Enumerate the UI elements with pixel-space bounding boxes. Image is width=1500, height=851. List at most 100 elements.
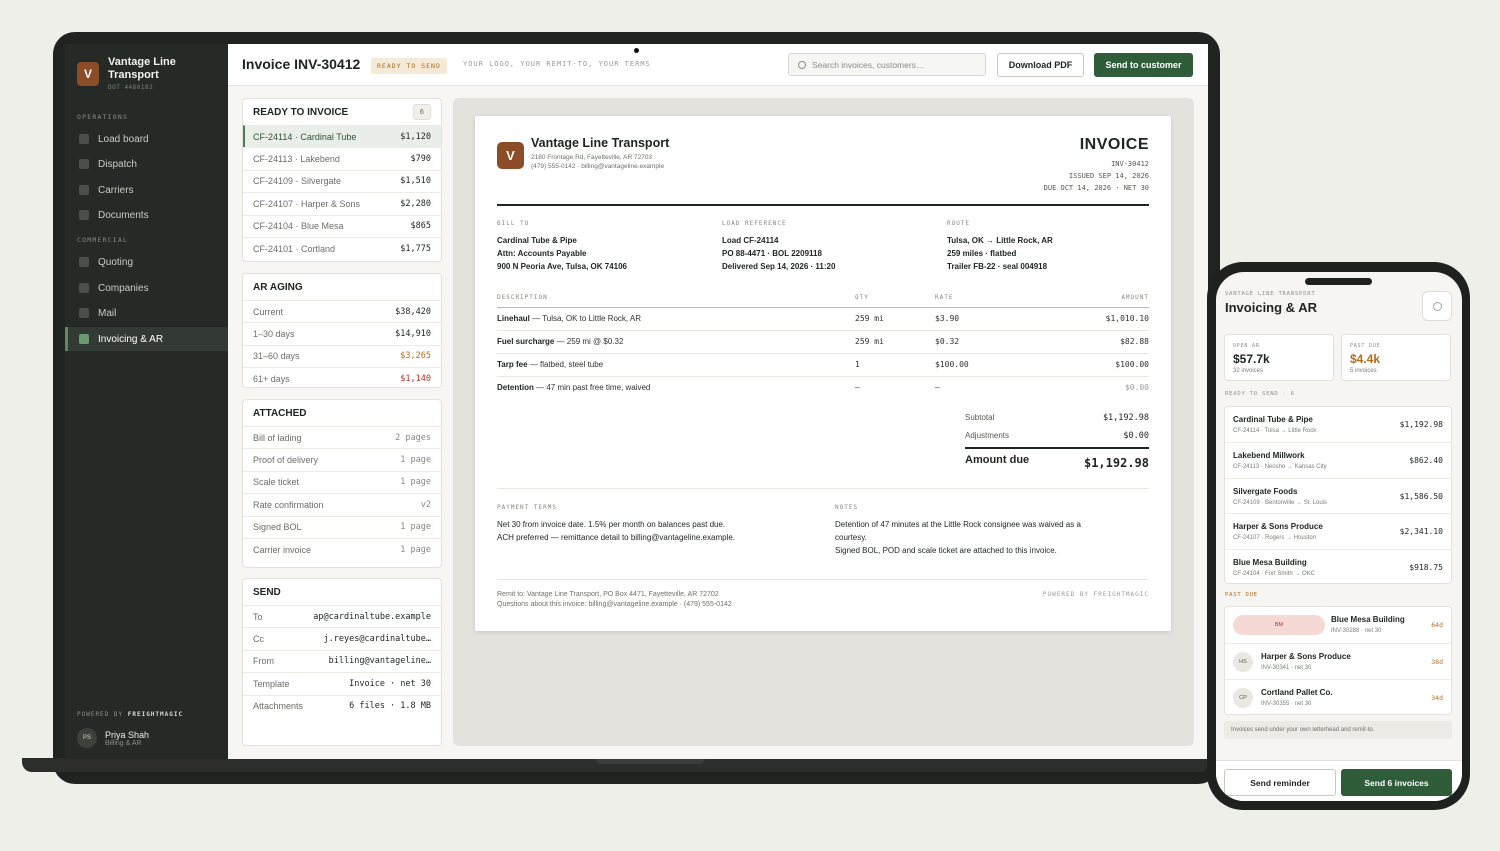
attached-panel: ATTACHED Bill of lading 2 pages Proof of d… [242, 399, 442, 568]
aging-row[interactable]: 61+ days $1,140 [243, 367, 441, 389]
ready-invoice-row[interactable]: Harper & Sons Produce CF-24107 · Rogers →… [1225, 513, 1451, 548]
row-label: Rate confirmation [253, 499, 324, 510]
row-age: 64d [1431, 621, 1443, 629]
documents-icon [79, 210, 89, 220]
column-header-qty: QTY [855, 294, 869, 301]
row-label: CF-24109 · Silvergate [253, 176, 342, 187]
section-label-commercial: COMMERCIAL [77, 236, 129, 244]
sidebar-item-carriers[interactable]: Carriers [65, 178, 228, 202]
aging-row[interactable]: 31–60 days $3,265 [243, 344, 441, 367]
divider [497, 204, 1149, 206]
sidebar-item-label: Invoicing & AR [98, 333, 164, 345]
panel-header: ATTACHED [243, 400, 441, 426]
send-field-row[interactable]: Attachments 6 files · 1.8 MB [243, 694, 441, 717]
send-field-row[interactable]: To ap@cardinaltube.example [243, 605, 441, 627]
sidebar-item-quoting[interactable]: Quoting [65, 250, 228, 274]
search-icon [798, 60, 806, 69]
mail-icon [79, 308, 89, 318]
aging-row[interactable]: 1–30 days $14,910 [243, 322, 441, 344]
send-reminder-button[interactable]: Send reminder [1224, 769, 1336, 796]
ready-invoice-row[interactable]: Cardinal Tube & Pipe CF-24114 · Tulsa → L… [1225, 407, 1451, 442]
row-customer: Cortland Pallet Co. [1261, 688, 1333, 697]
sidebar-item-mail[interactable]: Mail [65, 301, 228, 325]
past-due-list: BM Blue Mesa Building INV-30288 · net 30 64… [1224, 606, 1452, 715]
load-row[interactable]: CF-24104 · Blue Mesa $865 [243, 214, 441, 237]
remit-line: Remit to: Vantage Line Transport, PO Box… [497, 591, 719, 598]
user-name: Priya Shah [105, 729, 150, 740]
sidebar-item-load-board[interactable]: Load board [65, 127, 228, 151]
phone-notch [1305, 278, 1372, 285]
avatar: BM [1233, 615, 1325, 635]
search-input[interactable]: Search invoices, customers… [788, 53, 986, 76]
ready-to-send-list: Cardinal Tube & Pipe CF-24114 · Tulsa → L… [1224, 406, 1452, 584]
download-pdf-button[interactable]: Download PDF [997, 53, 1084, 77]
phone-footer: Send reminder Send 6 invoices [1216, 760, 1462, 801]
load-row[interactable]: CF-24109 · Silvergate $1,510 [243, 169, 441, 192]
send-field-row[interactable]: From billing@vantageline… [243, 649, 441, 672]
load-reference-block: LOAD REFERENCE Load CF-24114 PO 88-4471 … [722, 220, 835, 273]
past-due-row[interactable]: CP Cortland Pallet Co. INV-30355 · net 30 3… [1225, 679, 1451, 715]
send-field-row[interactable]: Template Invoice · net 30 [243, 672, 441, 694]
line-item-description: Linehaul — Tulsa, OK to Little Rock, AR [497, 314, 641, 323]
attachment-row[interactable]: Carrier invoice 1 page [243, 537, 441, 560]
line-item-detail: — Tulsa, OK to Little Rock, AR [529, 314, 642, 323]
load-row[interactable]: CF-24107 · Harper & Sons $2,280 [243, 192, 441, 214]
user-profile[interactable]: PS Priya Shah Billing & AR [77, 728, 149, 748]
row-customer: Lakebend Millwork [1233, 451, 1305, 461]
load-row[interactable]: CF-24101 · Cortland $1,775 [243, 236, 441, 259]
column-header-description: DESCRIPTION [497, 294, 548, 301]
status-badge: READY TO SEND [371, 58, 447, 74]
payment-terms-text: Net 30 from invoice date. 1.5% per month… [497, 518, 735, 544]
powered-brand: FREIGHTMAGIC [127, 711, 184, 718]
row-route: CF-24107 · Rogers → Houston [1233, 535, 1317, 542]
panel-header: READY TO INVOICE 6 [243, 99, 441, 125]
questions-line: Questions about this invoice: billing@va… [497, 601, 732, 608]
count-badge: 6 [412, 104, 431, 120]
line-item-detail: — flatbed, steel tube [527, 360, 604, 369]
line-item-detail: — 259 mi @ $0.32 [554, 337, 624, 346]
sidebar-item-companies[interactable]: Companies [65, 276, 228, 300]
avatar: PS [77, 728, 97, 748]
aging-row[interactable]: Current $38,420 [243, 300, 441, 322]
send-invoices-button[interactable]: Send 6 invoices [1341, 769, 1452, 796]
row-value: Invoice · net 30 [349, 678, 431, 689]
search-placeholder: Search invoices, customers… [812, 59, 925, 70]
sidebar-item-dispatch[interactable]: Dispatch [65, 152, 228, 176]
attachment-row[interactable]: Bill of lading 2 pages [243, 426, 441, 448]
sidebar-item-documents[interactable]: Documents [65, 203, 228, 227]
column-header-amount: AMOUNT [1121, 294, 1149, 301]
attachment-row[interactable]: Rate confirmation v2 [243, 493, 441, 515]
adjustments-label: Adjustments [965, 431, 1010, 440]
line-item-name: Tarp fee [497, 360, 528, 369]
past-due-row[interactable]: BM Blue Mesa Building INV-30288 · net 30 64… [1225, 607, 1451, 643]
send-field-row[interactable]: Cc j.reyes@cardinaltube… [243, 627, 441, 649]
row-value: $790 [410, 154, 431, 165]
send-to-customer-button[interactable]: Send to customer [1094, 53, 1193, 77]
phone-menu-button[interactable] [1422, 291, 1452, 321]
row-value: $38,420 [395, 306, 431, 317]
load-row[interactable]: CF-24114 · Cardinal Tube $1,120 [243, 125, 441, 148]
row-route: CF-24109 · Bentonville → St. Louis [1233, 499, 1328, 506]
attachment-row[interactable]: Proof of delivery 1 page [243, 448, 441, 470]
past-due-row[interactable]: HS Harper & Sons Produce INV-30341 · net 3… [1225, 643, 1451, 679]
load-row[interactable]: CF-24113 · Lakebend $790 [243, 147, 441, 169]
row-route: CF-24104 · Fort Smith → OKC [1233, 570, 1316, 577]
notes-text: Detention of 47 minutes at the Little Ro… [835, 518, 1081, 557]
row-value: $1,510 [400, 176, 431, 187]
quoting-icon [79, 257, 89, 267]
line-item-qty: 259 mi [855, 314, 884, 323]
sidebar-item-invoicing[interactable]: Invoicing & AR [65, 327, 228, 351]
ready-invoice-row[interactable]: Silvergate Foods CF-24109 · Bentonville →… [1225, 477, 1451, 513]
ready-invoice-row[interactable]: Lakebend Millwork CF-24113 · Neosho → Kan… [1225, 442, 1451, 477]
ready-invoice-row[interactable]: Blue Mesa Building CF-24104 · Fort Smith … [1225, 548, 1451, 584]
row-label: CF-24107 · Harper & Sons [253, 198, 361, 209]
row-label: CF-24104 · Blue Mesa [253, 221, 344, 232]
kpi-label: OPEN AR [1233, 343, 1260, 349]
row-label: From [253, 656, 274, 667]
brand[interactable]: V Vantage Line Transport DOT 4480182 [77, 56, 198, 91]
row-amount: $1,586.50 [1399, 491, 1443, 501]
sidebar-item-label: Load board [98, 133, 149, 145]
attachment-row[interactable]: Signed BOL 1 page [243, 515, 441, 538]
attachment-row[interactable]: Scale ticket 1 page [243, 470, 441, 493]
line-item-name: Fuel surcharge [497, 337, 555, 346]
